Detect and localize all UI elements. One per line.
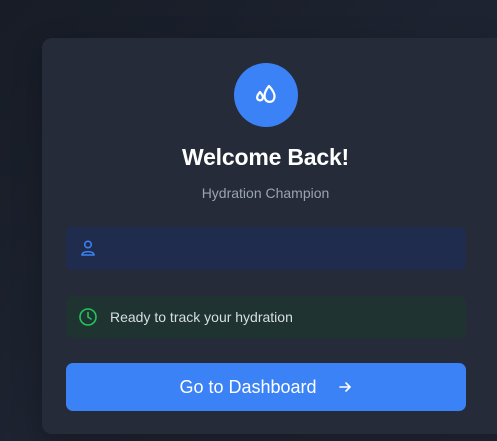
clock-icon (79, 308, 97, 326)
go-to-dashboard-button[interactable]: Go to Dashboard (66, 363, 466, 411)
go-to-dashboard-label: Go to Dashboard (179, 376, 317, 397)
status-text: Ready to track your hydration (110, 309, 293, 325)
arrow-right-icon (338, 382, 351, 392)
user-icon (81, 240, 95, 256)
page-subtitle: Hydration Champion (201, 185, 330, 201)
status-banner: Ready to track your hydration (66, 296, 466, 338)
login-card: Welcome Back! Hydration Champion Ready t… (42, 38, 497, 434)
name-input[interactable] (110, 227, 450, 270)
logo (234, 63, 298, 127)
name-field[interactable] (66, 227, 466, 270)
page-title: Welcome Back! (182, 144, 349, 170)
water-drops-icon (255, 84, 276, 103)
